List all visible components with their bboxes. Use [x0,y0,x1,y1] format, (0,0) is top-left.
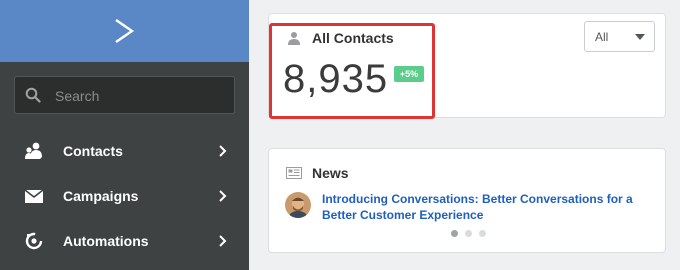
contacts-icon [25,142,42,159]
sidebar-item-label: Contacts [63,143,123,159]
sidebar: Search Contacts Campaigns Automations [0,0,249,270]
sidebar-item-contacts[interactable]: Contacts [0,129,249,173]
chevron-right-icon [219,190,227,202]
sidebar-item-label: Campaigns [63,188,139,204]
newspaper-icon [286,167,302,179]
search-input[interactable]: Search [14,76,235,114]
chevron-right-icon [219,145,227,157]
automation-icon [25,232,43,250]
logo-icon [115,19,135,43]
caret-down-icon [635,34,645,40]
carousel-dot-2[interactable] [465,230,472,237]
carousel-dot-1[interactable] [451,230,458,237]
sidebar-item-campaigns[interactable]: Campaigns [0,174,249,218]
sidebar-item-automations[interactable]: Automations [0,219,249,263]
sidebar-item-label: Automations [63,233,149,249]
news-headline-link[interactable]: Introducing Conversations: Better Conver… [322,191,652,223]
filter-select[interactable]: All [584,21,655,52]
envelope-icon [24,189,44,203]
carousel-dot-3[interactable] [479,230,486,237]
logo-bar[interactable] [0,0,249,62]
chevron-right-icon [219,235,227,247]
card-title: News [312,165,349,181]
search-placeholder: Search [55,88,100,104]
filter-select-value: All [595,30,609,44]
avatar [285,192,311,218]
search-icon [25,87,41,103]
highlight-box [269,23,435,119]
